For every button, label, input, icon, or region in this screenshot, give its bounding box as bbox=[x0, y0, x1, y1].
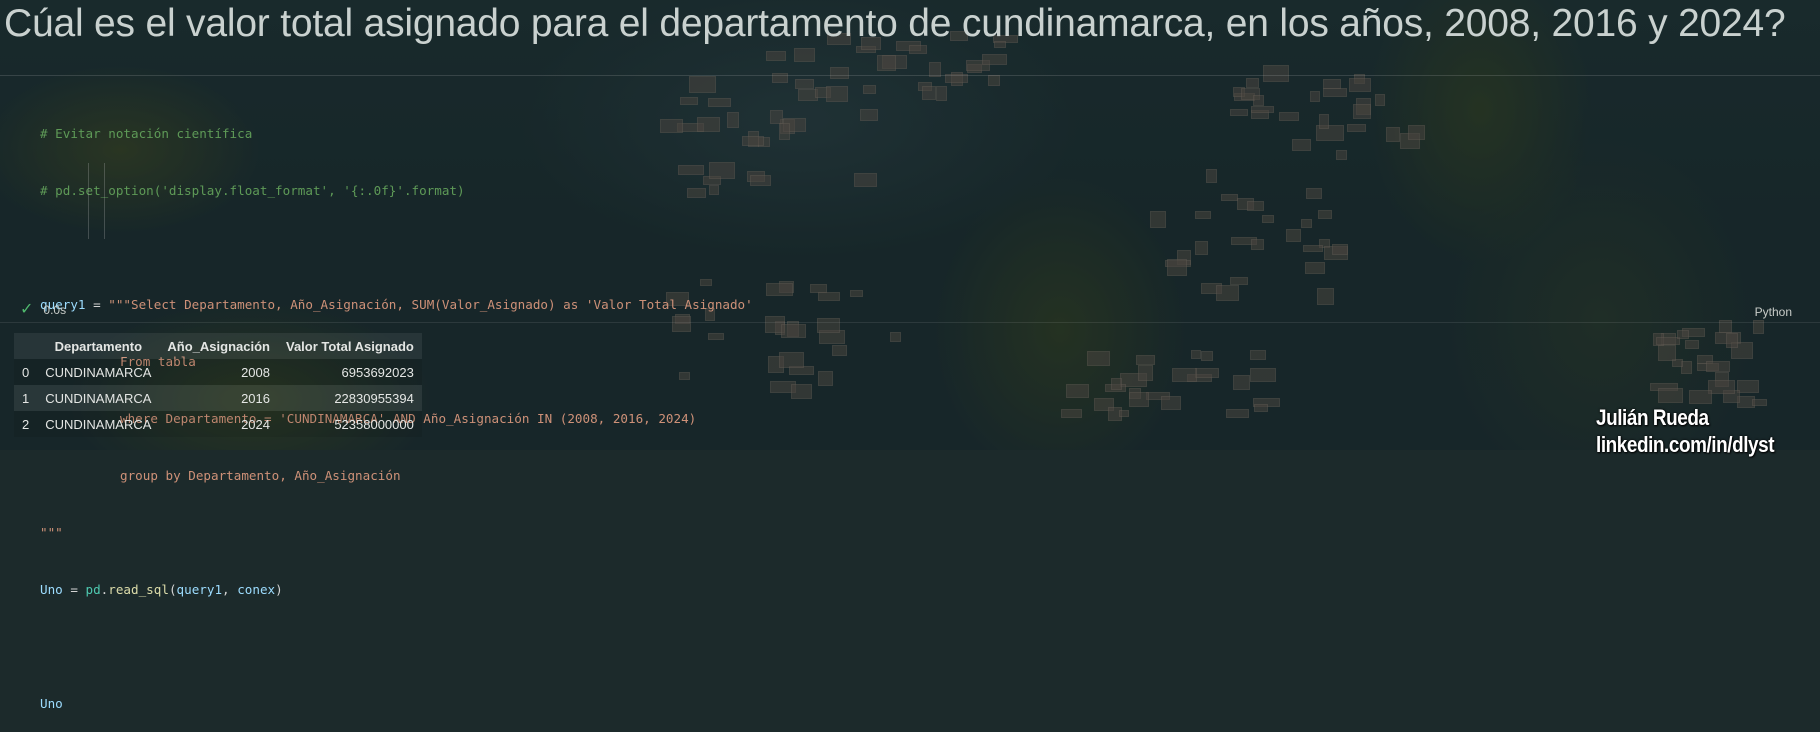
code-comment: # Evitar notación científica bbox=[40, 126, 253, 141]
code-line-query: query1 = """Select Departamento, Año_Asi… bbox=[40, 295, 753, 314]
code-operator: ) bbox=[275, 582, 283, 597]
code-operator: = bbox=[85, 297, 109, 312]
execution-time: 0.0s bbox=[43, 303, 67, 317]
code-operator: , bbox=[222, 582, 238, 597]
cell-departamento: CUNDINAMARCA bbox=[45, 416, 152, 432]
column-header-anio: Año_Asignación bbox=[167, 338, 270, 354]
code-operator: ( bbox=[168, 582, 177, 597]
table-header-row: Departamento Año_Asignación Valor Total … bbox=[14, 333, 422, 359]
column-header-valor: Valor Total Asignado bbox=[285, 338, 414, 354]
code-operator: = bbox=[62, 582, 86, 597]
code-line-sql: group by Departamento, Año_Asignación bbox=[40, 466, 753, 485]
output-divider bbox=[0, 322, 1820, 323]
cell-status: ✓ 0.0s bbox=[20, 302, 66, 318]
code-module: pd bbox=[85, 582, 101, 597]
kernel-language[interactable]: Python bbox=[1755, 305, 1792, 319]
indent-guide bbox=[88, 163, 89, 239]
cell-anio: 2008 bbox=[241, 364, 270, 380]
code-variable: Uno bbox=[40, 696, 63, 711]
title-divider bbox=[0, 75, 1820, 76]
row-index: 1 bbox=[22, 390, 30, 406]
code-operator: . bbox=[100, 582, 109, 597]
code-argument: conex bbox=[237, 582, 276, 597]
code-argument: query1 bbox=[176, 582, 223, 597]
code-line-1: # Evitar notación científica bbox=[40, 124, 753, 143]
cell-anio: 2016 bbox=[241, 390, 270, 406]
row-index: 2 bbox=[22, 416, 30, 432]
code-line-2: # pd.set_option('display.float_format', … bbox=[40, 181, 753, 200]
table-row: 0 CUNDINAMARCA 2008 6953692023 bbox=[14, 359, 422, 385]
code-function: read_sql bbox=[108, 582, 169, 597]
indent-guide bbox=[104, 163, 105, 239]
code-line-display: Uno bbox=[40, 694, 753, 713]
cell-departamento: CUNDINAMARCA bbox=[45, 390, 152, 406]
code-line-sql-close: """ bbox=[40, 523, 753, 542]
author-link[interactable]: linkedin.com/in/dlyst bbox=[1596, 431, 1775, 458]
table-row: 2 CUNDINAMARCA 2024 52358000000 bbox=[14, 411, 422, 437]
code-string: """Select Departamento, Año_Asignación, … bbox=[108, 297, 753, 312]
code-line-read: Uno = pd.read_sql(query1, conex) bbox=[40, 580, 753, 599]
page-title: Cúal es el valor total asignado para el … bbox=[4, 2, 1786, 45]
code-string: group by Departamento, Año_Asignación bbox=[120, 468, 401, 483]
output-table: Departamento Año_Asignación Valor Total … bbox=[14, 333, 422, 437]
author-name: Julián Rueda bbox=[1596, 405, 1709, 430]
check-icon: ✓ bbox=[20, 301, 34, 318]
table-row: 1 CUNDINAMARCA 2016 22830955394 bbox=[14, 385, 422, 411]
cell-anio: 2024 bbox=[241, 416, 270, 432]
cell-valor: 52358000000 bbox=[334, 416, 414, 432]
code-string: """ bbox=[40, 525, 63, 540]
column-header-index bbox=[14, 333, 37, 359]
code-variable: Uno bbox=[40, 582, 63, 597]
row-index: 0 bbox=[22, 364, 30, 380]
column-header-departamento: Departamento bbox=[54, 338, 143, 354]
cell-departamento: CUNDINAMARCA bbox=[45, 364, 152, 380]
cell-valor: 22830955394 bbox=[334, 390, 414, 406]
cell-valor: 6953692023 bbox=[341, 364, 414, 380]
